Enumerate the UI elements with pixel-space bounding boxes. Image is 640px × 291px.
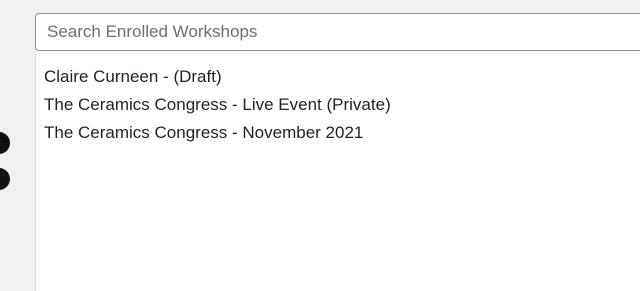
drag-handle-icon[interactable] — [0, 168, 10, 190]
workshop-result-item[interactable]: The Ceramics Congress - Live Event (Priv… — [44, 91, 640, 119]
workshop-results-panel: Claire Curneen - (Draft) The Ceramics Co… — [35, 51, 640, 291]
workshop-results-list: Claire Curneen - (Draft) The Ceramics Co… — [36, 51, 640, 147]
workshop-result-item[interactable]: The Ceramics Congress - November 2021 — [44, 119, 640, 147]
search-enrolled-workshops-input[interactable] — [35, 13, 640, 51]
left-edge-handles — [0, 128, 12, 198]
drag-handle-icon[interactable] — [0, 132, 10, 154]
workshop-result-item[interactable]: Claire Curneen - (Draft) — [44, 63, 640, 91]
